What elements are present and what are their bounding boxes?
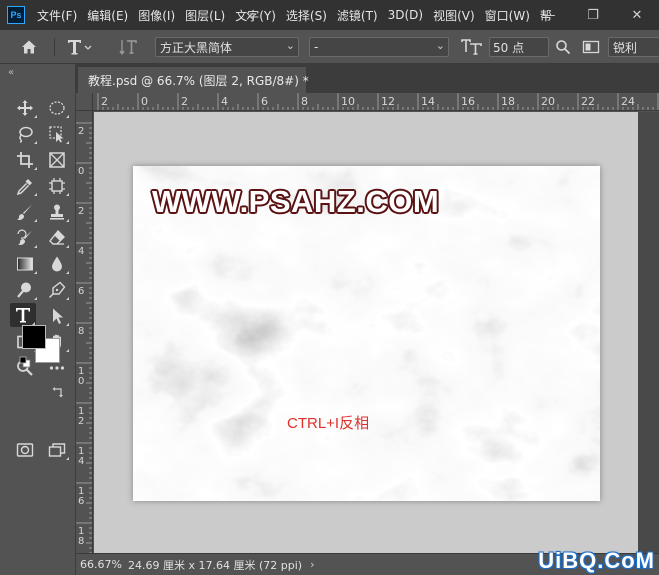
- history-brush-tool-icon[interactable]: [12, 226, 38, 250]
- anti-alias-select[interactable]: 锐利: [608, 37, 659, 57]
- collapse-panel-icon[interactable]: «: [8, 67, 14, 78]
- window-controls: — ❐ ✕: [527, 0, 659, 30]
- menu-window[interactable]: 窗口(W): [485, 7, 530, 24]
- ruler-label: 4: [221, 95, 228, 108]
- ruler-label: 4: [78, 456, 84, 467]
- document-tab[interactable]: 教程.psd @ 66.7% (图层 2, RGB/8#) *: [78, 67, 309, 93]
- type-tool-preset-icon[interactable]: [66, 30, 92, 64]
- anti-alias-value: 锐利: [613, 40, 638, 55]
- workspace-right-gutter: [638, 112, 659, 553]
- chevron-down-icon: ⌄: [285, 39, 295, 52]
- font-size-icon: [461, 30, 483, 64]
- menu-select[interactable]: 选择(S): [286, 7, 327, 24]
- frame-tool-icon[interactable]: [44, 148, 70, 172]
- vertical-ruler-scale: 2024681012141618: [76, 122, 92, 553]
- ruler-label: 4: [78, 246, 84, 257]
- swap-colors-icon[interactable]: [52, 386, 64, 398]
- font-family-value: 方正大黑简体: [160, 40, 233, 55]
- blur-tool-icon[interactable]: [44, 252, 70, 276]
- document-tab-title: 教程.psd @ 66.7% (图层 2, RGB/8#) *: [88, 73, 309, 88]
- lasso-tool-icon[interactable]: [12, 122, 38, 146]
- screen-mode-icon[interactable]: [44, 438, 70, 462]
- ruler-label: 8: [78, 326, 84, 337]
- path-selection-tool-icon[interactable]: [44, 304, 70, 328]
- dodge-tool-icon[interactable]: [12, 278, 38, 302]
- ruler-label: 0: [141, 95, 148, 108]
- menu-file[interactable]: 文件(F): [37, 7, 77, 24]
- quick-mask-icon[interactable]: [12, 438, 38, 462]
- ruler-label: 2: [101, 95, 108, 108]
- ruler-label: 2: [78, 416, 84, 427]
- chevron-down-icon: ⌄: [435, 39, 445, 52]
- default-colors-icon[interactable]: [19, 356, 31, 368]
- close-button[interactable]: ✕: [615, 0, 659, 30]
- ruler-label: 6: [78, 286, 84, 297]
- ruler-label: 22: [581, 95, 595, 108]
- crop-tool-icon[interactable]: [12, 148, 38, 172]
- foreground-color-swatch[interactable]: [22, 325, 46, 349]
- ruler-label: 14: [421, 95, 435, 108]
- close-tab-icon[interactable]: ×: [245, 9, 255, 23]
- menu-bar: Ps 文件(F) 编辑(E) 图像(I) 图层(L) 文字(Y) 选择(S) 滤…: [0, 0, 659, 30]
- brush-tool-icon[interactable]: [12, 200, 38, 224]
- text-orientation-icon[interactable]: [118, 30, 140, 64]
- options-bar: 方正大黑简体 ⌄ - ⌄ 50 点 锐利: [0, 30, 659, 64]
- zoom-level-field[interactable]: 66.67%: [80, 558, 122, 571]
- home-icon[interactable]: [20, 30, 38, 64]
- anti-alias-icon: [582, 30, 600, 64]
- menu-layer[interactable]: 图层(L): [185, 7, 225, 24]
- eraser-tool-icon[interactable]: [44, 226, 70, 250]
- document-size-info: 24.69 厘米 x 17.64 厘米 (72 ppi): [128, 558, 303, 572]
- font-style-value: -: [314, 40, 319, 54]
- font-size-value: 50 点: [493, 40, 525, 55]
- marquee-tool-icon[interactable]: [44, 96, 70, 120]
- ruler-label: 2: [78, 126, 84, 137]
- vertical-ruler[interactable]: 2024681012141618: [76, 111, 93, 553]
- ruler-label: 20: [541, 95, 555, 108]
- pen-tool-icon[interactable]: [44, 278, 70, 302]
- photoshop-logo-icon[interactable]: Ps: [7, 6, 25, 24]
- instruction-annotation: CTRL+I反相: [287, 415, 370, 432]
- ruler-label: 8: [301, 95, 308, 108]
- ruler-label: 6: [261, 95, 268, 108]
- font-size-field[interactable]: 50 点: [489, 37, 549, 57]
- ruler-label: 0: [78, 376, 84, 387]
- clone-stamp-tool-icon[interactable]: [44, 200, 70, 224]
- ruler-label: 24: [621, 95, 635, 108]
- ruler-label: 2: [181, 95, 188, 108]
- eyedropper-tool-icon[interactable]: [12, 174, 38, 198]
- menu-type[interactable]: 文字(Y): [235, 7, 276, 24]
- ruler-label: 6: [78, 496, 84, 507]
- document-tab-bar: 教程.psd @ 66.7% (图层 2, RGB/8#) *: [76, 64, 659, 93]
- move-tool-icon[interactable]: [12, 96, 38, 120]
- ruler-label: 2: [78, 206, 84, 217]
- horizontal-ruler[interactable]: 202468101214161820222426: [93, 93, 659, 111]
- healing-brush-tool-icon[interactable]: [44, 174, 70, 198]
- menu-3d[interactable]: 3D(D): [388, 8, 423, 22]
- site-brand-watermark: UiBQ.CoM: [538, 548, 655, 573]
- ruler-label: 18: [501, 95, 515, 108]
- ruler-label: 12: [381, 95, 395, 108]
- ruler-label: 0: [78, 166, 84, 177]
- gradient-tool-icon[interactable]: [12, 252, 38, 276]
- restore-button[interactable]: ❐: [571, 0, 615, 30]
- ruler-label: 16: [461, 95, 475, 108]
- menu-edit[interactable]: 编辑(E): [87, 7, 128, 24]
- separator: [54, 38, 55, 56]
- type-tool-icon[interactable]: [10, 303, 36, 327]
- menu-view[interactable]: 视图(V): [433, 7, 475, 24]
- menu-image[interactable]: 图像(I): [138, 7, 175, 24]
- font-family-select[interactable]: 方正大黑简体 ⌄: [155, 37, 299, 57]
- object-selection-tool-icon[interactable]: [44, 122, 70, 146]
- ruler-label: 8: [78, 536, 84, 547]
- status-menu-arrow-icon[interactable]: ›: [310, 558, 314, 571]
- minimize-button[interactable]: —: [527, 0, 571, 30]
- horizontal-ruler-scale: 202468101214161820222426: [97, 93, 659, 110]
- canvas-title-text: WWW.PSAHZ.COM: [152, 184, 440, 219]
- font-style-select[interactable]: - ⌄: [309, 37, 449, 57]
- menu-filter[interactable]: 滤镜(T): [337, 7, 378, 24]
- search-icon[interactable]: [555, 30, 571, 64]
- ruler-label: 10: [341, 95, 355, 108]
- ruler-origin[interactable]: [76, 93, 93, 111]
